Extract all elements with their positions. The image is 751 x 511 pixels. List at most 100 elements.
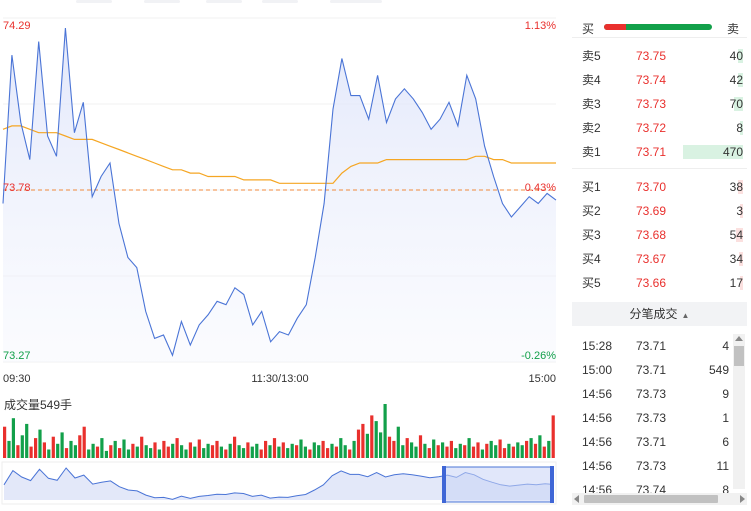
volume-bar xyxy=(374,421,378,458)
scroll-right-icon[interactable] xyxy=(740,495,745,503)
vertical-scrollbar[interactable] xyxy=(733,334,745,489)
horizontal-scrollbar[interactable] xyxy=(572,493,747,505)
volume-bar xyxy=(51,436,55,458)
trade-time: 14:56 xyxy=(582,411,613,425)
volume-bar xyxy=(264,440,268,458)
navigator[interactable] xyxy=(1,461,557,505)
volume-bar xyxy=(126,449,131,458)
volume-bar xyxy=(104,450,108,458)
volume-bar xyxy=(149,448,153,458)
level-price: 73.75 xyxy=(636,49,667,63)
volume-bar xyxy=(233,436,237,458)
bid-level-1[interactable]: 买1 73.70 38 xyxy=(572,175,747,199)
volume-bar xyxy=(441,442,445,458)
level-label: 买5 xyxy=(582,276,601,290)
volume-bar xyxy=(135,446,139,458)
volume-bar xyxy=(140,436,144,458)
chart-canvas[interactable]: 74.29 73.78 73.27 1.13% 0.43% -0.26% 09:… xyxy=(0,0,565,511)
trade-vol: 549 xyxy=(708,363,729,377)
volume-bar xyxy=(525,440,529,458)
volume-bar xyxy=(392,440,396,458)
scroll-left-icon[interactable] xyxy=(574,495,579,503)
volume-bar xyxy=(295,445,299,458)
volume-bar xyxy=(166,446,170,458)
trades-list: 15:28 73.71 4 15:00 73.71 549 14:56 73.73 9 14:56… xyxy=(572,334,747,494)
navigator-handle-left[interactable] xyxy=(442,466,446,503)
trade-time: 15:00 xyxy=(582,363,613,377)
volume-bars xyxy=(3,404,555,458)
sell-label: 卖 xyxy=(726,22,739,36)
navigator-handle-right[interactable] xyxy=(550,466,554,503)
trade-row: 14:56 73.73 1 xyxy=(572,406,747,430)
pct-min-label: -0.26% xyxy=(521,350,556,362)
volume-bar xyxy=(184,449,188,458)
trade-price: 73.73 xyxy=(636,411,667,425)
volume-bar xyxy=(480,449,484,458)
volume-bar xyxy=(113,440,117,458)
scroll-thumb[interactable] xyxy=(734,346,744,366)
level-label: 卖3 xyxy=(582,97,601,111)
volume-bar xyxy=(551,415,555,458)
time-label-midday: 11:30/13:00 xyxy=(251,373,308,385)
price-min-label: 73.27 xyxy=(3,350,31,362)
trade-price: 73.73 xyxy=(636,459,667,473)
trade-vol: 8 xyxy=(722,483,729,494)
trade-price: 73.74 xyxy=(636,483,667,494)
buy-sell-ratio-bar xyxy=(604,24,712,30)
volume-bar xyxy=(458,443,462,458)
bid-level-4[interactable]: 买4 73.67 34 xyxy=(572,247,747,271)
volume-bar xyxy=(476,442,480,458)
ask-level-4[interactable]: 卖2 73.72 8 xyxy=(572,116,747,140)
volume-bar xyxy=(109,445,113,458)
volume-bar xyxy=(445,446,449,458)
volume-bar xyxy=(281,442,285,458)
bid-level-2[interactable]: 买2 73.69 3 xyxy=(572,199,747,223)
trade-vol: 11 xyxy=(716,459,729,473)
trade-time: 14:56 xyxy=(582,459,613,473)
bid-level-5[interactable]: 买5 73.66 17 xyxy=(572,271,747,295)
ask-level-3[interactable]: 卖3 73.73 70 xyxy=(572,92,747,116)
trade-row: 14:56 73.71 6 xyxy=(572,430,747,454)
navigator-selection[interactable] xyxy=(443,466,553,503)
volume-bar xyxy=(38,429,42,458)
volume-bar xyxy=(436,445,440,458)
ask-level-5[interactable]: 卖1 73.71 470 xyxy=(572,140,747,164)
trades-header[interactable]: 分笔成交 ▲ xyxy=(572,302,747,326)
pct-max-label: 1.13% xyxy=(525,20,556,32)
volume-bar xyxy=(87,449,91,458)
scroll-thumb-horizontal[interactable] xyxy=(584,495,718,503)
trade-row: 14:56 73.74 8 xyxy=(572,478,747,494)
level-label: 卖2 xyxy=(582,121,601,135)
volume-bar xyxy=(171,443,175,458)
level-volume: 40 xyxy=(729,49,743,63)
volume-bar xyxy=(56,443,60,458)
trade-price: 73.73 xyxy=(636,387,667,401)
volume-bar xyxy=(202,448,206,458)
ask-level-2[interactable]: 卖4 73.74 42 xyxy=(572,68,747,92)
price-area xyxy=(3,28,556,362)
trade-price: 73.71 xyxy=(636,339,667,353)
level-label: 买4 xyxy=(582,252,601,266)
scroll-up-icon[interactable] xyxy=(735,336,743,341)
caret-up-icon[interactable]: ▲ xyxy=(682,311,690,320)
trade-time: 15:28 xyxy=(582,339,613,353)
volume-bar xyxy=(317,445,321,458)
volume-bar xyxy=(100,438,104,458)
volume-bar xyxy=(498,439,502,458)
trade-row: 14:56 73.73 11 xyxy=(572,454,747,478)
volume-bar xyxy=(467,438,471,458)
volume-bar xyxy=(321,440,325,458)
volume-bar xyxy=(348,449,352,458)
ask-level-1[interactable]: 卖5 73.75 40 xyxy=(572,44,747,68)
volume-bar xyxy=(418,435,423,458)
level-price: 73.73 xyxy=(636,97,667,111)
order-book-header: 买 卖 xyxy=(572,14,747,38)
level-volume: 34 xyxy=(729,252,743,266)
level-price: 73.70 xyxy=(636,180,667,194)
volume-bar xyxy=(494,445,498,458)
volume-bar xyxy=(507,443,511,458)
bid-level-3[interactable]: 买3 73.68 54 xyxy=(572,223,747,247)
order-book: 买 卖 卖5 73.75 40 卖4 73.74 42 卖3 73.73 70 卖2 73.72 8 卖… xyxy=(572,14,747,295)
level-price: 73.69 xyxy=(636,204,667,218)
intraday-chart[interactable]: 74.29 73.78 73.27 1.13% 0.43% -0.26% 09:… xyxy=(0,0,565,511)
